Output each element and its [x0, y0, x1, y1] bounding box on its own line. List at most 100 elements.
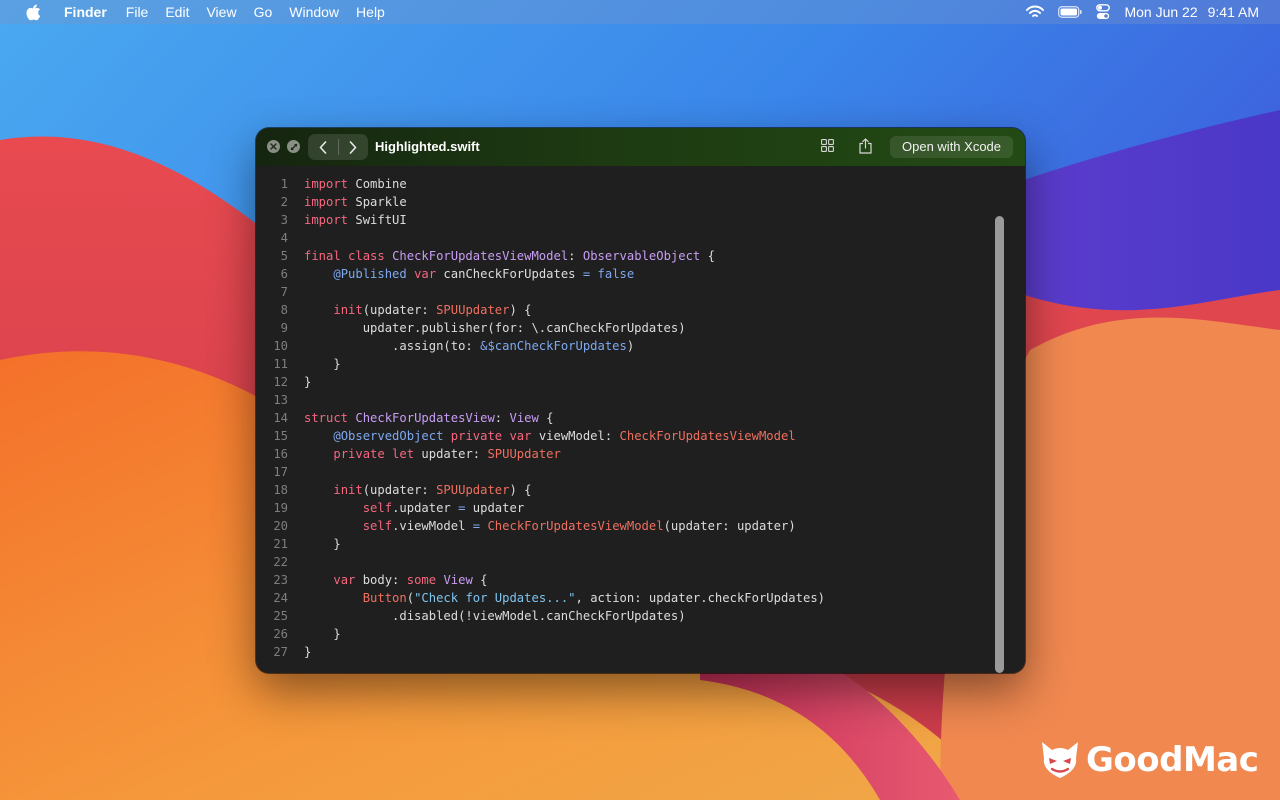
line-number: 12 — [273, 375, 288, 389]
menu-go[interactable]: Go — [254, 4, 273, 20]
code-token: (updater: — [362, 483, 437, 497]
code-line: 3 import SwiftUI — [256, 211, 825, 229]
fullscreen-button[interactable] — [287, 140, 300, 153]
line-number: 10 — [273, 339, 288, 353]
control-center-icon[interactable] — [1096, 4, 1111, 20]
goodmac-watermark: GoodMac — [1038, 740, 1259, 780]
line-number: 22 — [273, 555, 288, 569]
line-number: 19 — [273, 501, 288, 515]
chevron-left-icon — [319, 140, 327, 154]
code-line: 24 Button("Check for Updates...", action… — [256, 589, 825, 607]
code-line: 27} — [256, 643, 825, 661]
code-token: ) { — [509, 483, 532, 497]
share-button[interactable] — [859, 138, 872, 154]
back-button[interactable] — [308, 134, 338, 160]
battery-icon[interactable] — [1058, 6, 1083, 18]
code-token: } — [304, 627, 341, 641]
close-button[interactable] — [267, 140, 280, 153]
menu-edit[interactable]: Edit — [165, 4, 189, 20]
line-number: 25 — [273, 609, 288, 623]
index-sheet-button[interactable] — [821, 139, 834, 152]
apple-icon[interactable] — [26, 3, 42, 21]
code-token: SPUUpdater — [487, 447, 561, 461]
code-line: 10 .assign(to: &$canCheckForUpdates) — [256, 337, 825, 355]
code-token: (updater: updater) — [663, 519, 796, 533]
code-token: struct — [304, 411, 349, 425]
line-number: 11 — [273, 357, 288, 371]
line-source: struct CheckForUpdatesView: View { — [304, 409, 554, 427]
line-number: 13 — [273, 393, 288, 407]
code-token: updater — [465, 501, 525, 515]
code-line: 20 self.viewModel = CheckForUpdatesViewM… — [256, 517, 825, 535]
menu-bar: Finder File Edit View Go Window Help Mon… — [0, 0, 1280, 24]
line-source: var body: some View { — [304, 571, 488, 589]
code-line: 13 — [256, 391, 825, 409]
line-number: 17 — [273, 465, 288, 479]
code-line: 11 } — [256, 355, 825, 373]
menu-view[interactable]: View — [206, 4, 236, 20]
code-token: { — [472, 573, 488, 587]
code-token: , action: updater.checkForUpdates) — [575, 591, 825, 605]
line-number: 15 — [273, 429, 288, 443]
code-token: viewModel: — [531, 429, 620, 443]
clock-time: 9:41 AM — [1207, 4, 1259, 20]
code-token: .disabled(!viewModel.canCheckForUpdates) — [304, 609, 686, 623]
window-title: Highlighted.swift — [375, 139, 480, 154]
code-token: "Check for Updates..." — [414, 591, 576, 605]
code-token: import — [304, 177, 349, 191]
code-token: body: — [355, 573, 407, 587]
code-token: updater: — [414, 447, 488, 461]
code-token: SwiftUI — [348, 213, 407, 227]
code-token: ) — [626, 339, 635, 353]
code-line: 25 .disabled(!viewModel.canCheckForUpdat… — [256, 607, 825, 625]
line-source: import Sparkle — [304, 193, 407, 211]
chevron-right-icon — [349, 140, 357, 154]
code-line: 16 private let updater: SPUUpdater — [256, 445, 825, 463]
code-token: import — [304, 195, 349, 209]
line-source: private let updater: SPUUpdater — [304, 445, 561, 463]
line-source: init(updater: SPUUpdater) { — [304, 481, 531, 499]
code-line: 15 @ObservedObject private var viewModel… — [256, 427, 825, 445]
menu-window[interactable]: Window — [289, 4, 339, 20]
share-icon — [859, 138, 872, 154]
code-token: private let — [333, 447, 415, 461]
menu-app-finder[interactable]: Finder — [64, 4, 107, 20]
line-source: updater.publisher(for: \.canCheckForUpda… — [304, 319, 686, 337]
menu-help[interactable]: Help — [356, 4, 385, 20]
line-source: } — [304, 355, 340, 373]
code-line: 19 self.updater = updater — [256, 499, 825, 517]
menu-file[interactable]: File — [126, 4, 149, 20]
code-token: CheckForUpdatesViewModel — [392, 249, 569, 263]
line-source: @ObservedObject private var viewModel: C… — [304, 427, 795, 445]
code-token: Combine — [348, 177, 407, 191]
clock-date: Mon Jun 22 — [1124, 4, 1198, 20]
open-with-xcode-button[interactable]: Open with Xcode — [890, 136, 1014, 158]
vertical-scrollbar[interactable] — [995, 216, 1004, 673]
code-token: View — [443, 573, 473, 587]
wifi-icon[interactable] — [1026, 5, 1045, 19]
line-source: final class CheckForUpdatesViewModel: Ob… — [304, 247, 715, 265]
line-number: 16 — [273, 447, 288, 461]
menu-bar-clock[interactable]: Mon Jun 22 9:41 AM — [1124, 4, 1259, 20]
code-line: 14 struct CheckForUpdatesView: View { — [256, 409, 825, 427]
code-line: 2 import Sparkle — [256, 193, 825, 211]
line-source: .assign(to: &$canCheckForUpdates) — [304, 337, 634, 355]
goodmac-logo-icon — [1042, 742, 1078, 778]
code-line: 8 init(updater: SPUUpdater) { — [256, 301, 825, 319]
code-line: 4 — [256, 229, 825, 247]
forward-button[interactable] — [339, 134, 369, 160]
code-preview[interactable]: 1 import Combine 2 import Sparkle 3 import Sw… — [256, 166, 1025, 673]
code-line: 9 updater.publisher(for: \.canCheckForUp… — [256, 319, 825, 337]
window-titlebar[interactable]: Highlighted.swift Open with Xcode — [256, 128, 1025, 166]
line-number: 1 — [280, 177, 288, 191]
code-token: import — [304, 213, 349, 227]
code-token: ObservableObject — [582, 249, 701, 263]
line-number: 6 — [280, 267, 288, 281]
code-token: { — [538, 411, 554, 425]
line-source: init(updater: SPUUpdater) { — [304, 301, 531, 319]
line-number: 20 — [273, 519, 288, 533]
